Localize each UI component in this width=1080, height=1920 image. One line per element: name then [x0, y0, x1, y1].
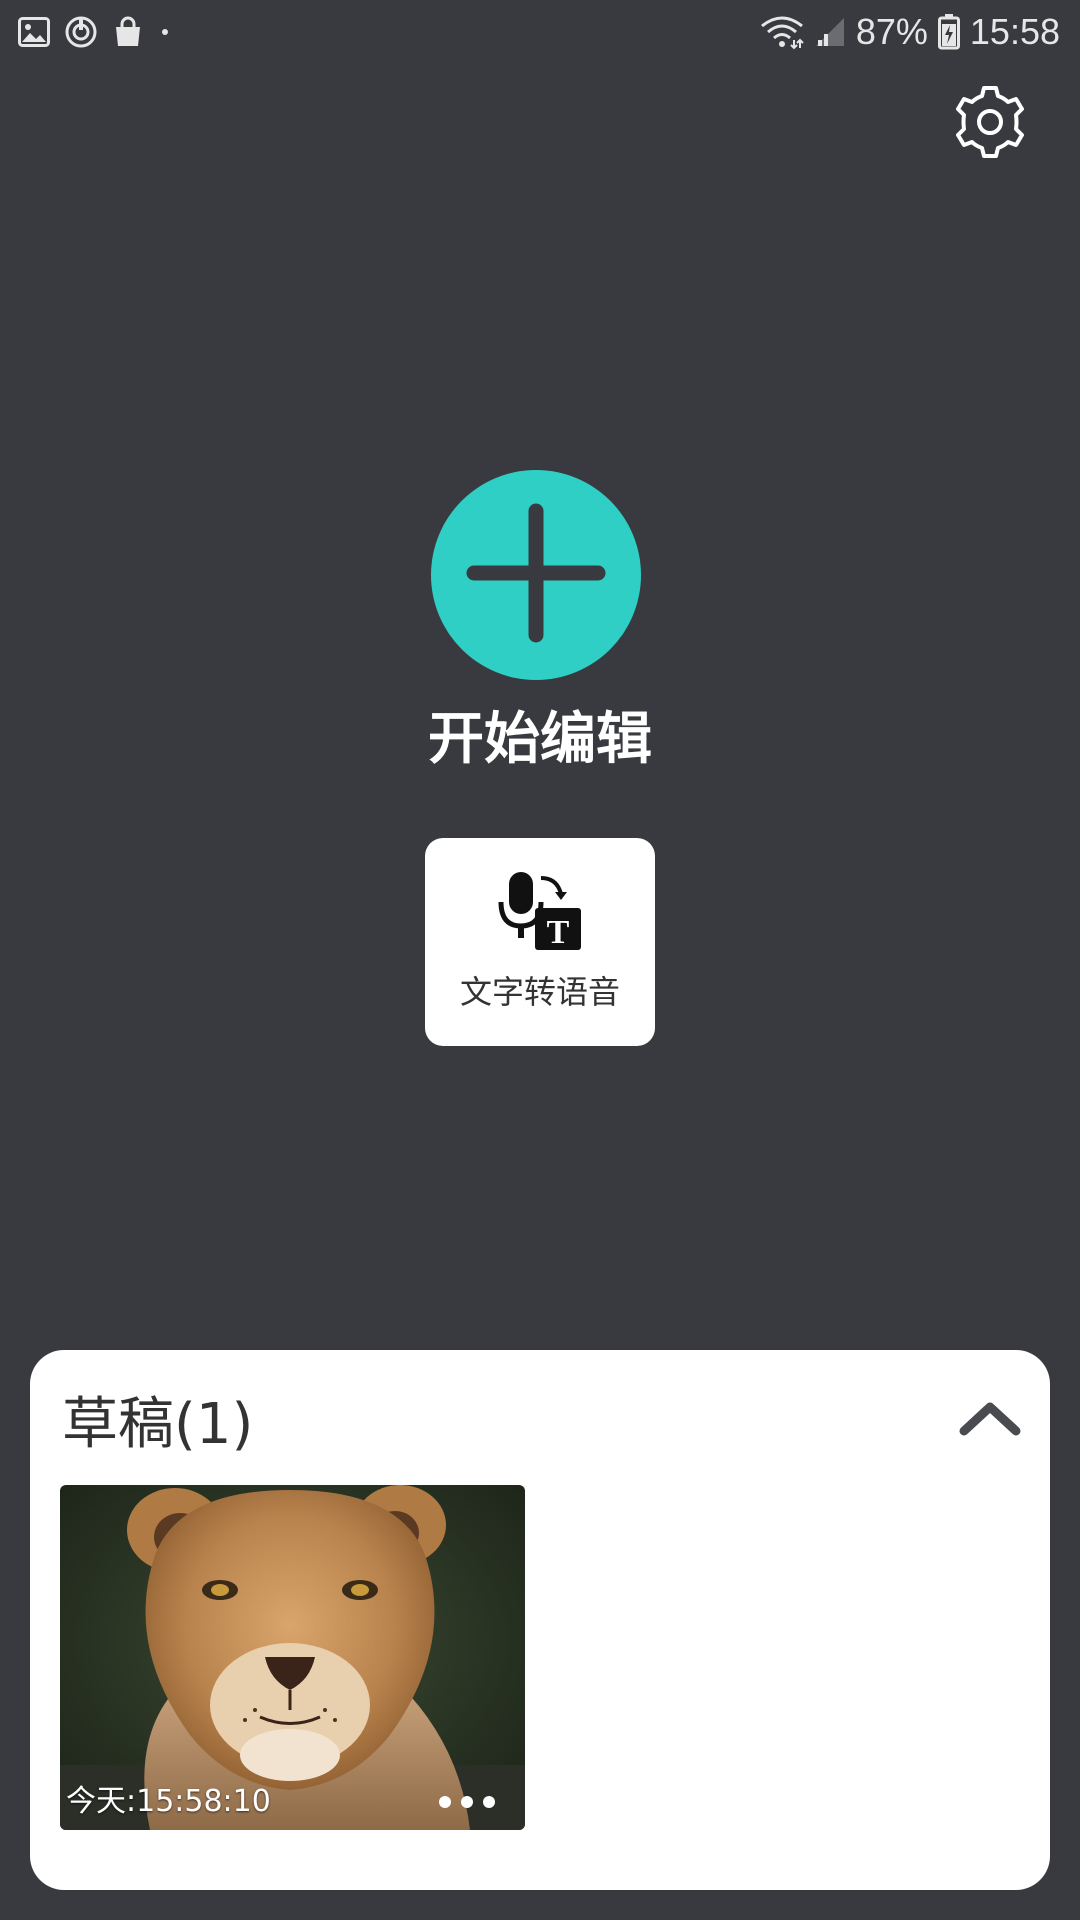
home-screen: 87% 15:58 开始编辑 T 文字转语音 草稿(1) 今天:15:58:10: [0, 0, 1080, 1920]
chevron-up-icon: [959, 1400, 1021, 1440]
battery-percent: 87%: [855, 11, 928, 52]
svg-text:T: T: [547, 914, 570, 951]
cellular-signal-icon: [814, 16, 846, 48]
more-dot: [439, 1796, 451, 1808]
draft-item[interactable]: 今天:15:58:10: [60, 1485, 525, 1830]
status-bar-right: 87% 15:58: [760, 10, 1060, 54]
gear-icon: [952, 84, 1028, 164]
wifi-icon: [760, 14, 804, 50]
text-to-speech-button[interactable]: T 文字转语音: [425, 838, 655, 1046]
status-bar: 87% 15:58: [0, 0, 1080, 64]
more-dot: [483, 1796, 495, 1808]
start-edit-label[interactable]: 开始编辑: [340, 700, 740, 780]
clock: 15:58: [969, 11, 1060, 52]
battery-charging-icon: [937, 14, 960, 50]
gallery-icon: [18, 17, 50, 47]
draft-timestamp: 今天:15:58:10: [66, 1784, 271, 1819]
lioness-photo: [60, 1485, 525, 1830]
dot-icon: [158, 25, 172, 39]
more-dots-icon[interactable]: [439, 1792, 495, 1812]
drafts-panel: 草稿(1) 今天:15:58:10: [30, 1350, 1050, 1890]
sync-icon: [64, 15, 98, 49]
more-dot: [461, 1796, 473, 1808]
start-edit-button[interactable]: [431, 470, 641, 680]
drafts-title: 草稿(1): [62, 1392, 254, 1457]
status-bar-left: [18, 12, 172, 52]
settings-button[interactable]: [950, 84, 1030, 164]
shopping-bag-icon: [112, 16, 144, 48]
mic-to-text-icon: T: [497, 872, 583, 952]
plus-icon: [466, 503, 606, 647]
text-to-speech-label: 文字转语音: [459, 973, 620, 1011]
collapse-drafts-button[interactable]: [950, 1380, 1030, 1460]
